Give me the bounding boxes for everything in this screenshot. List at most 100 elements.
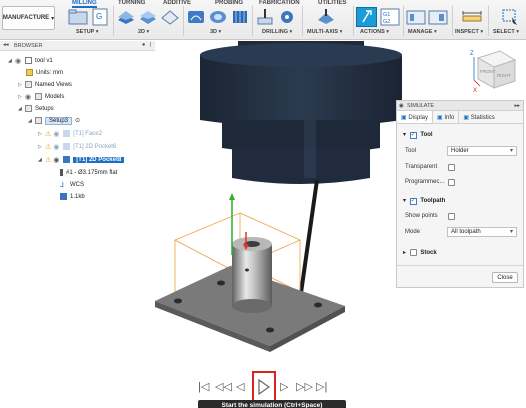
expand-icon[interactable]: ◢ — [28, 118, 35, 124]
tree-models[interactable]: ▷ ◉ Models — [18, 92, 64, 101]
group-select[interactable]: SELECT ▾ — [493, 29, 519, 35]
tree-pocket6[interactable]: ▷ ⚠ ◉ [T1] 2D Pocket6 — [38, 142, 116, 151]
setup-folder-icon[interactable] — [68, 8, 88, 26]
eye-icon[interactable]: ◉ — [15, 57, 22, 65]
tab-probing[interactable]: PROBING — [215, 0, 243, 6]
group-multi-axis[interactable]: MULTI-AXIS ▾ — [307, 29, 342, 35]
tool-section-header[interactable]: ▾ ✓ Tool — [403, 131, 433, 139]
expand-icon[interactable]: ▷ — [18, 82, 25, 88]
multi-axis-icon[interactable] — [316, 8, 336, 26]
show-points-checkbox[interactable] — [448, 213, 455, 220]
tab-turning[interactable]: TURNING — [118, 0, 145, 6]
expand-icon[interactable]: ▷ — [38, 144, 45, 150]
panel-divider-icon[interactable]: | — [150, 42, 151, 48]
group-actions[interactable]: ACTIONS ▾ — [360, 29, 389, 35]
tree-root[interactable]: ◢ ◉ tool v1 — [8, 56, 53, 65]
tree-wcs[interactable]: ⅃ WCS — [60, 180, 84, 190]
go-to-start-icon[interactable]: |◁ — [198, 380, 209, 393]
previous-operation-icon[interactable]: ◁◁ — [215, 380, 232, 393]
mode-select[interactable]: All toolpath — [447, 227, 517, 237]
expand-icon[interactable]: ▷ — [18, 94, 25, 100]
activate-icon[interactable]: ⊙ — [75, 117, 80, 124]
select-icon[interactable] — [500, 8, 520, 26]
pin-icon[interactable]: ● — [142, 42, 145, 48]
tab-utilities[interactable]: UTILITIES — [318, 0, 346, 6]
group-setup[interactable]: SETUP ▾ — [76, 29, 99, 35]
bore-icon[interactable] — [277, 8, 297, 26]
3d-parallel-icon[interactable] — [230, 8, 250, 26]
group-manage[interactable]: MANAGE ▾ — [408, 29, 437, 35]
tab-info[interactable]: ▣ Info — [433, 111, 460, 123]
group-inspect[interactable]: INSPECT ▾ — [455, 29, 483, 35]
tool-library-icon[interactable] — [406, 8, 426, 26]
simulate-panel: ◉ SIMULATE ▸▸ ▣ Display ▣ Info ▣ Statist… — [396, 100, 524, 288]
tool-label: Tool — [405, 148, 417, 154]
tool-holder[interactable] — [200, 41, 402, 184]
tree-setups[interactable]: ◢ Setups — [18, 104, 54, 113]
eye-icon[interactable]: ◉ — [53, 143, 60, 151]
programmed-checkbox[interactable] — [448, 179, 455, 186]
tool-shaft[interactable] — [298, 179, 319, 301]
expand-icon[interactable]: ▸ — [403, 250, 406, 256]
tab-fabrication[interactable]: FABRICATION — [259, 0, 300, 6]
2d-pocket-icon[interactable] — [138, 8, 158, 26]
tree-setup3[interactable]: ◢ Setup3 ⊙ — [28, 116, 80, 125]
endmill-icon — [60, 169, 63, 176]
expand-icon[interactable]: ◢ — [8, 58, 15, 64]
toolpath-visible-checkbox[interactable]: ✓ — [409, 198, 417, 205]
eye-icon[interactable]: ◉ — [53, 130, 60, 138]
tree-units[interactable]: Units: mm — [26, 68, 63, 77]
3d-adaptive-icon[interactable] — [186, 8, 206, 26]
group-drilling[interactable]: DRILLING ▾ — [262, 29, 292, 35]
2d-contour-icon[interactable] — [160, 8, 180, 26]
tree-nc-size[interactable]: 1.1kb — [60, 192, 85, 201]
tab-additive[interactable]: ADDITIVE — [163, 0, 191, 6]
tree-named-views[interactable]: ▷ Named Views — [18, 80, 72, 89]
group-3d[interactable]: 3D ▾ — [210, 29, 221, 35]
tab-milling[interactable]: MILLING — [72, 0, 97, 8]
group-2d[interactable]: 2D ▾ — [138, 29, 149, 35]
3d-pocket-icon[interactable] — [208, 8, 228, 26]
transparent-checkbox[interactable] — [448, 164, 455, 171]
simulate-action-icon[interactable] — [356, 7, 377, 27]
measure-icon[interactable] — [462, 8, 482, 26]
go-to-end-icon[interactable]: ▷| — [316, 380, 327, 393]
expand-panel-icon[interactable]: ▸▸ — [514, 101, 520, 111]
tree-pocket8[interactable]: ◢ ⚠ ◉ [T1] 2D Pocket8 — [38, 155, 125, 164]
play-button[interactable] — [252, 371, 276, 402]
next-operation-icon[interactable]: ▷▷ — [296, 380, 313, 393]
template-library-icon[interactable] — [428, 8, 448, 26]
tab-statistics[interactable]: ▣ Statistics — [459, 111, 498, 123]
tool-visible-checkbox[interactable]: ✓ — [409, 132, 417, 139]
part-boss[interactable] — [232, 237, 272, 313]
drill-icon[interactable] — [255, 8, 275, 26]
browser-header: ◂◂ BROWSER ● | — [0, 41, 155, 51]
tree-face2[interactable]: ▷ ⚠ ◉ [T1] Face2 — [38, 129, 102, 138]
step-back-icon[interactable]: ◁ — [236, 380, 244, 393]
eye-icon[interactable]: ◉ — [53, 156, 60, 164]
stock-visible-checkbox[interactable] — [409, 249, 417, 256]
tab-display[interactable]: ▣ Display — [397, 111, 434, 123]
tree-tool[interactable]: #1 - Ø3.175mm flat — [60, 168, 117, 177]
post-process-icon[interactable]: G1 G2 — [380, 8, 400, 26]
tool-select[interactable]: Holder — [447, 146, 517, 156]
collapse-icon[interactable]: ▾ — [403, 198, 406, 204]
expand-icon[interactable]: ◢ — [18, 106, 25, 112]
play-tooltip: Start the simulation (Ctrl+Space) — [198, 400, 346, 408]
expand-icon[interactable]: ▷ — [38, 131, 45, 137]
workspace-switcher[interactable]: MANUFACTURE ▾ — [2, 6, 55, 30]
collapse-icon[interactable]: ▾ — [403, 132, 406, 138]
new-setup-icon[interactable]: G — [90, 8, 110, 26]
workspace-label: MANUFACTURE — [2, 15, 50, 21]
toolpath-section-header[interactable]: ▾ ✓ Toolpath — [403, 197, 445, 205]
close-button[interactable]: Close — [492, 272, 518, 283]
viewcube[interactable]: FRONT RIGHT Z X — [470, 50, 517, 94]
collapse-icon[interactable]: ◂◂ — [3, 42, 9, 48]
step-forward-icon[interactable]: ▷ — [280, 380, 288, 393]
2d-adaptive-icon[interactable] — [116, 8, 136, 26]
eye-icon[interactable]: ◉ — [25, 93, 32, 101]
folder-icon — [26, 69, 33, 76]
folder-icon — [35, 93, 42, 100]
stock-section-header[interactable]: ▸ Stock — [403, 249, 437, 256]
expand-icon[interactable]: ◢ — [38, 157, 45, 163]
